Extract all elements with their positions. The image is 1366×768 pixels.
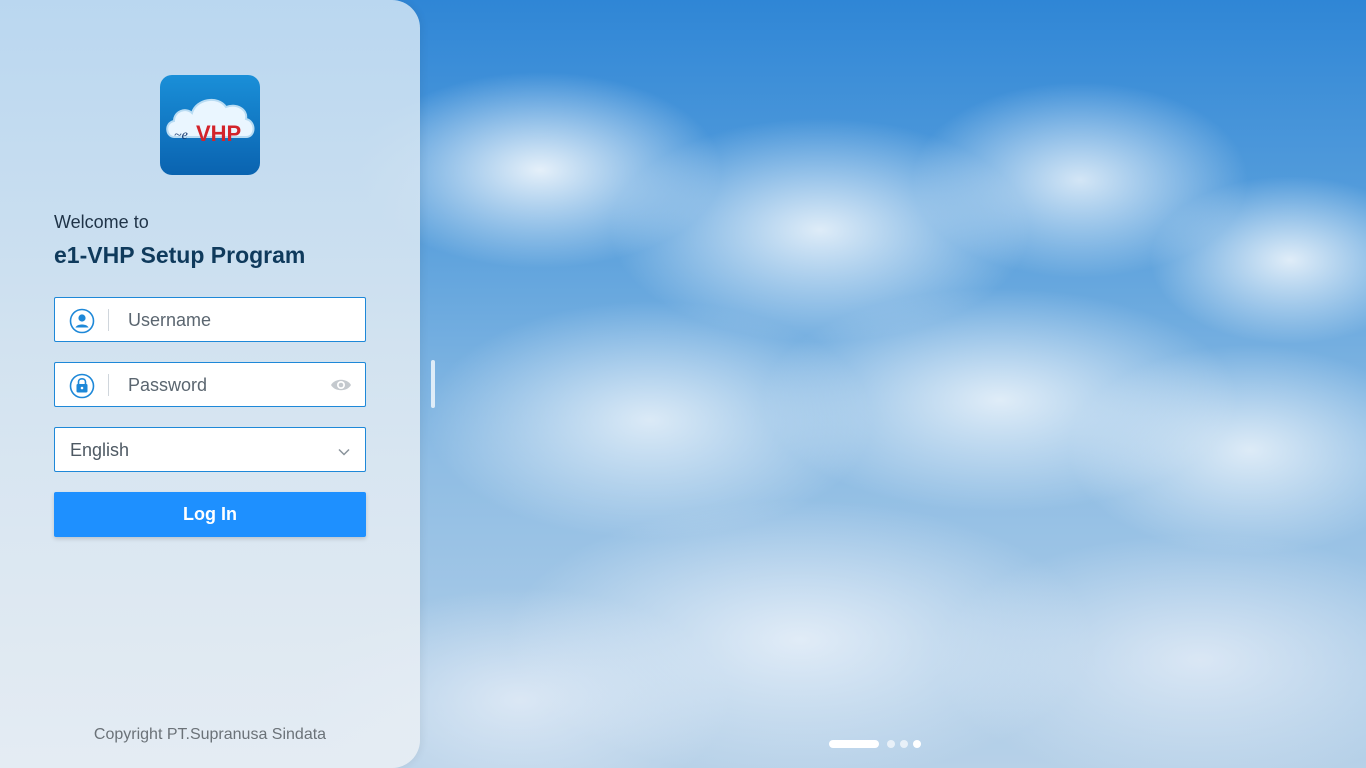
login-panel: ~e VHP Welcome to e1-VHP Setup Program U… bbox=[0, 0, 420, 768]
carousel-indicators bbox=[829, 740, 921, 748]
welcome-text: Welcome to bbox=[54, 212, 149, 232]
program-title: e1-VHP Setup Program bbox=[54, 242, 306, 268]
svg-text:~e: ~e bbox=[174, 128, 188, 143]
carousel-dot-2[interactable] bbox=[887, 740, 895, 748]
language-selected-value: English bbox=[70, 440, 130, 460]
username-placeholder: Username bbox=[128, 310, 212, 330]
password-input[interactable]: Password bbox=[54, 362, 366, 407]
copyright-text: Copyright PT.Supranusa Sindata bbox=[93, 726, 327, 743]
password-placeholder: Password bbox=[128, 375, 208, 395]
e-vhp-logo: ~e VHP bbox=[160, 75, 260, 175]
carousel-dot-1[interactable] bbox=[829, 740, 879, 748]
username-input[interactable]: Username bbox=[54, 297, 366, 342]
eye-icon[interactable] bbox=[330, 375, 352, 395]
carousel-dot-4[interactable] bbox=[913, 740, 921, 748]
carousel-dot-3[interactable] bbox=[900, 740, 908, 748]
field-separator bbox=[108, 374, 109, 396]
login-button[interactable]: Log In bbox=[54, 492, 366, 537]
field-separator bbox=[108, 309, 109, 331]
panel-resize-handle[interactable] bbox=[431, 360, 435, 408]
language-select[interactable]: English bbox=[54, 427, 366, 472]
chevron-down-icon bbox=[337, 444, 351, 456]
lock-icon bbox=[69, 373, 95, 399]
user-circle-icon bbox=[69, 308, 95, 334]
svg-text:VHP: VHP bbox=[196, 121, 241, 146]
